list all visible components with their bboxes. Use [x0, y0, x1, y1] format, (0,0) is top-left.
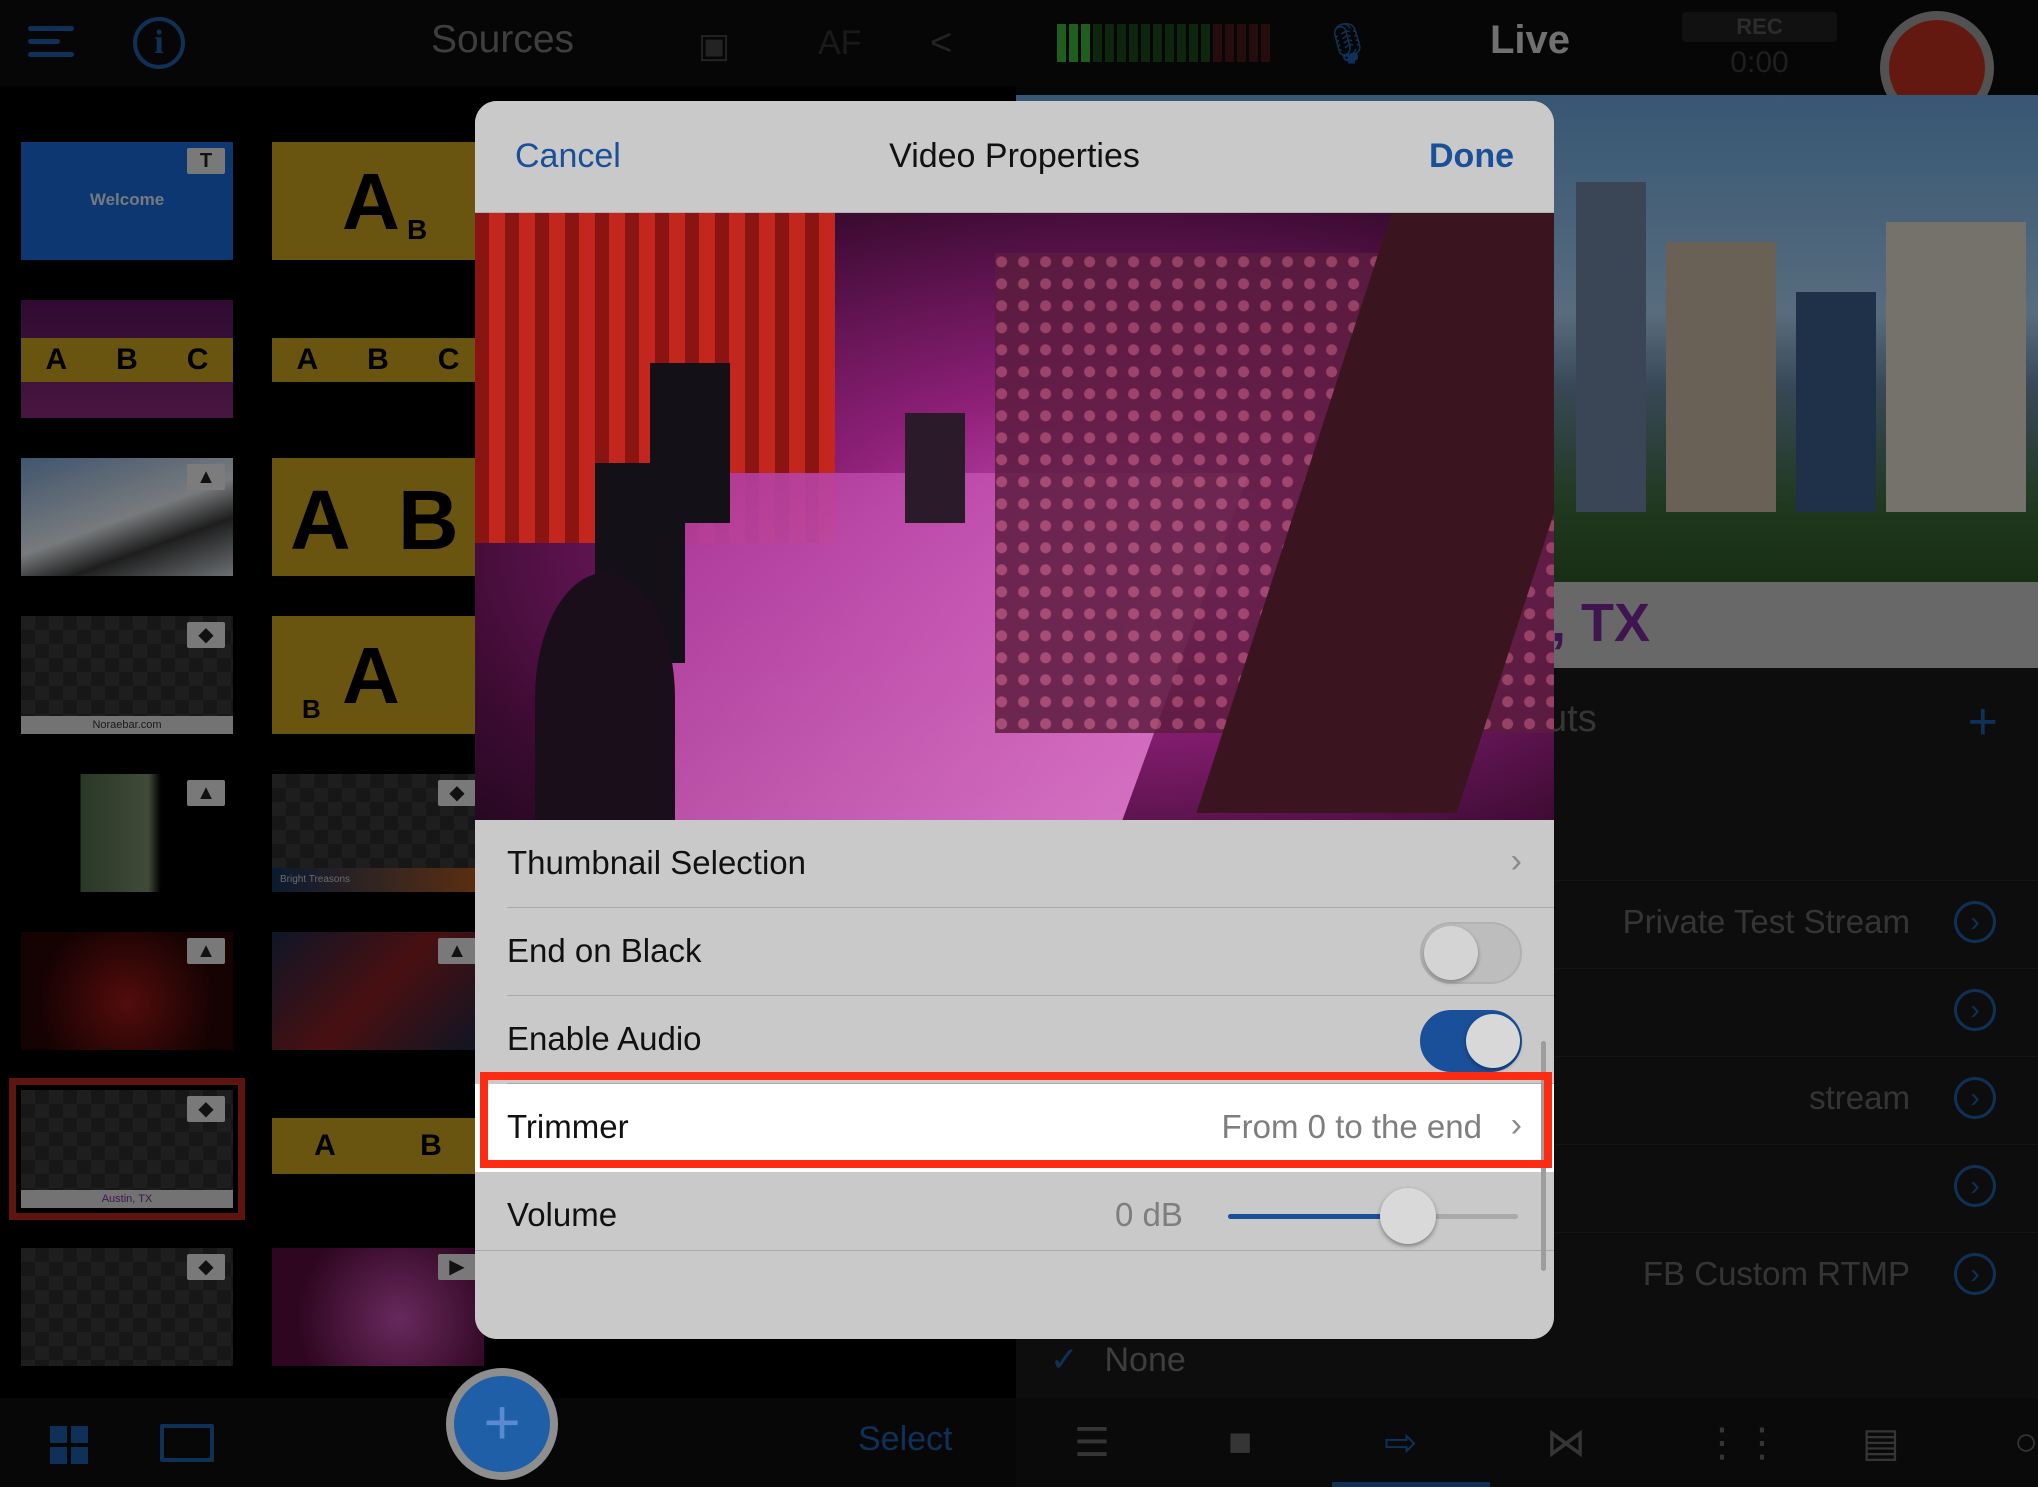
done-button[interactable]: Done — [1429, 137, 1514, 176]
dialog-title: Video Properties — [889, 137, 1140, 175]
dialog-header: Video Properties Cancel Done — [475, 101, 1554, 213]
thumbnail-selection-row[interactable]: Thumbnail Selection › — [475, 820, 1554, 908]
volume-slider[interactable] — [1228, 1188, 1518, 1244]
volume-row: Volume 0 dB — [475, 1172, 1554, 1260]
add-source-button[interactable]: + — [446, 1368, 558, 1480]
row-label: Enable Audio — [507, 1020, 702, 1057]
row-label: End on Black — [507, 932, 702, 969]
volume-slider-thumb[interactable] — [1379, 1188, 1436, 1244]
enable-audio-row: Enable Audio — [475, 996, 1554, 1084]
plus-icon: + — [454, 1376, 550, 1472]
trimmer-highlight-box — [480, 1072, 1552, 1168]
end-on-black-row: End on Black — [475, 908, 1554, 996]
chevron-right-icon: › — [1510, 842, 1522, 880]
cancel-button[interactable]: Cancel — [515, 137, 621, 176]
volume-value: 0 dB — [1115, 1196, 1183, 1233]
enable-audio-toggle[interactable] — [1420, 1010, 1522, 1072]
row-label: Volume — [507, 1196, 618, 1233]
row-label: Thumbnail Selection — [507, 844, 806, 881]
dialog-footer — [475, 1250, 1554, 1339]
video-preview-image — [475, 213, 1554, 820]
end-on-black-toggle[interactable] — [1420, 922, 1522, 984]
